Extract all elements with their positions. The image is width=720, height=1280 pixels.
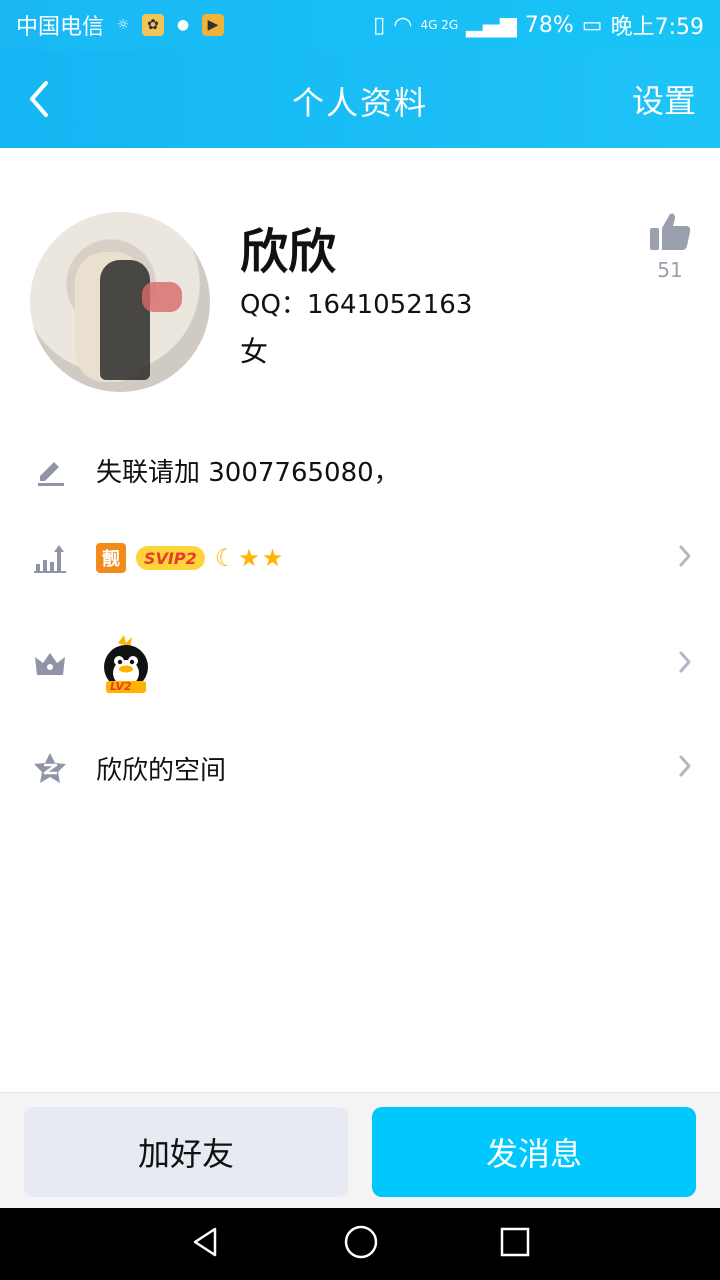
signal-icon: ▂▄▆: [466, 12, 517, 38]
like-count: 51: [657, 258, 683, 282]
nav-recents-icon[interactable]: [499, 1226, 531, 1262]
like-button[interactable]: 51: [648, 210, 692, 282]
svip-badge: SVIP2: [136, 546, 205, 570]
qq-number: 1641052163: [306, 290, 473, 320]
thumbs-up-icon: [650, 213, 691, 250]
app-header: 个人资料 设置: [0, 50, 720, 148]
sun-icon: ☼: [116, 17, 130, 33]
profile-card: 欣欣 QQ：1641052163 女 51: [0, 148, 720, 428]
liang-badge: 靓: [96, 543, 126, 573]
qzone-text: 欣欣的空间: [96, 755, 227, 786]
chevron-right-icon: [678, 650, 692, 678]
crown-icon: [30, 644, 70, 684]
nav-back-icon[interactable]: [189, 1225, 223, 1263]
qzone-star-icon: [30, 748, 70, 788]
penguin-level-icon: LV2: [96, 633, 156, 695]
qq-level-row[interactable]: LV2: [0, 614, 720, 714]
system-nav-bar: [0, 1208, 720, 1280]
badges-list: 靓 SVIP2 ☾★★: [96, 543, 285, 573]
profile-name: 欣欣: [240, 224, 337, 280]
send-message-button[interactable]: 发消息: [372, 1107, 696, 1197]
nav-home-icon[interactable]: [343, 1224, 379, 1264]
qzone-row[interactable]: 欣欣的空间: [0, 718, 720, 818]
battery-icon: ▭: [581, 12, 603, 38]
settings-button[interactable]: 设置: [632, 76, 696, 122]
avatar-person-shape: [100, 260, 150, 380]
wifi-icon: ◠: [393, 12, 413, 38]
chevron-right-icon: [678, 544, 692, 572]
page-title: 个人资料: [291, 84, 428, 122]
clock: 晚上7:59: [610, 15, 704, 40]
chat-bubble-icon: ●: [176, 17, 190, 33]
badges-row[interactable]: 靓 SVIP2 ☾★★: [0, 508, 720, 608]
level-moon-stars-icon: ☾★★: [214, 544, 286, 572]
action-bar: 加好友 发消息: [0, 1092, 720, 1208]
qq-label: QQ：: [240, 290, 307, 320]
play-store-icon: ▶: [202, 14, 225, 36]
gender-text: 女: [240, 335, 269, 368]
chevron-right-icon: [678, 754, 692, 782]
pencil-icon: [30, 450, 70, 490]
add-friend-button[interactable]: 加好友: [24, 1107, 348, 1197]
carrier-text: 中国电信: [16, 15, 105, 40]
avatar-flowers-shape: [142, 282, 182, 312]
level-chart-icon: [30, 538, 70, 578]
signature-text: 失联请加 3007765080，: [96, 457, 400, 488]
app-notification-icon: ✿: [142, 14, 165, 36]
avatar[interactable]: [30, 212, 210, 392]
vibrate-icon: ▯: [373, 12, 386, 38]
qq-level-display: LV2: [96, 633, 156, 695]
penguin-level-label: LV2: [110, 680, 132, 693]
signature-row: 失联请加 3007765080，: [0, 420, 720, 520]
qq-number-line: QQ：1641052163: [240, 284, 472, 321]
network-type-text: 4G 2G: [420, 18, 459, 32]
battery-percent: 78%: [524, 12, 574, 38]
status-bar: 中国电信 ☼ ✿ ● ▶ ▯ ◠ 4G 2G ▂▄▆ 78% ▭ 晚上7:59: [0, 0, 720, 50]
